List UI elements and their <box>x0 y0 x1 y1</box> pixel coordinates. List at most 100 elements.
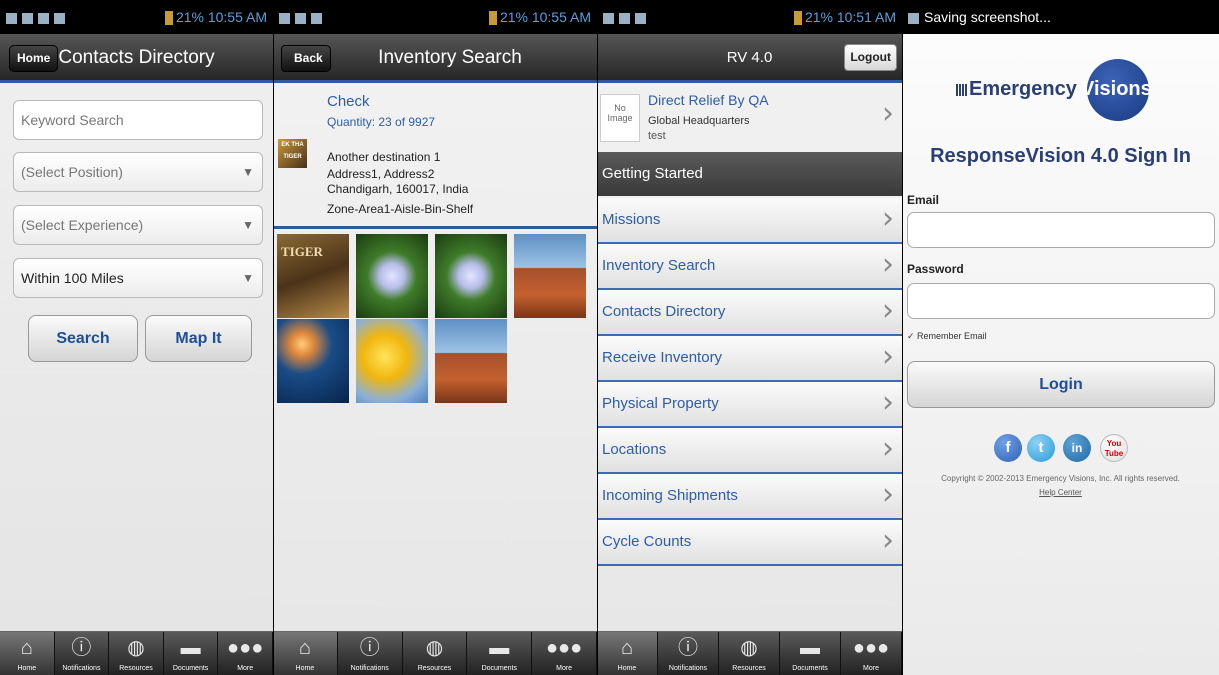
gallery-icon <box>279 12 290 24</box>
menu-item-cycle-counts[interactable]: Cycle Counts › <box>597 520 902 566</box>
map-it-button[interactable]: Map It <box>145 315 252 362</box>
gallery-image[interactable]: TIGER <box>277 234 349 318</box>
tab-home[interactable]: ⌂ Home <box>597 632 658 675</box>
tab-home[interactable]: ⌂ Home <box>273 632 338 675</box>
distance-select[interactable]: Within 100 Miles ▼ <box>13 258 263 298</box>
folder-icon: ▬ <box>489 637 510 659</box>
screenshot-icon <box>908 12 919 24</box>
tab-label: Documents <box>481 665 517 672</box>
status-bar: 21% 10:55 AM <box>0 0 273 34</box>
status-bar: 21% 10:55 AM <box>273 0 597 34</box>
tab-label: Home <box>295 665 315 672</box>
experience-select[interactable]: (Select Experience) ▼ <box>13 205 263 245</box>
gallery-image[interactable] <box>356 319 428 403</box>
status-text: 21% 10:51 AM <box>804 9 896 25</box>
organization-header[interactable]: No Image Direct Relief By QA Global Head… <box>597 86 902 152</box>
screen-divider <box>902 0 903 675</box>
facebook-icon[interactable]: f <box>994 434 1022 462</box>
chevron-right-icon: › <box>882 385 894 420</box>
gallery-image[interactable] <box>435 319 507 403</box>
tab-notifications[interactable]: ⓘ Notifications <box>338 632 403 675</box>
tab-resources[interactable]: ◍ Resources <box>109 632 164 675</box>
menu-item-receive-inventory[interactable]: Receive Inventory › <box>597 336 902 382</box>
tab-bar: ⌂ Home ⓘ Notifications ◍ Resources ▬ Documen… <box>597 631 902 675</box>
menu-item-physical-property[interactable]: Physical Property › <box>597 382 902 428</box>
linkedin-icon[interactable]: in <box>1063 434 1091 462</box>
tab-label: More <box>237 665 254 672</box>
position-select[interactable]: (Select Position) ▼ <box>13 152 263 192</box>
menu-item-missions[interactable]: Missions › <box>597 198 902 244</box>
remember-email-checkbox[interactable]: ✓ Remember Email <box>907 331 987 342</box>
remember-email-label: Remember Email <box>917 331 987 341</box>
status-text: Saving screenshot... <box>924 9 1051 25</box>
keyword-search-input[interactable]: Keyword Search <box>13 100 263 140</box>
tab-label: More <box>863 665 879 672</box>
screenshot-collage: 21% 10:55 AM Home Contacts Directory Key… <box>0 0 1219 675</box>
chevron-right-icon: › <box>882 523 894 558</box>
tab-label: Home <box>17 665 37 672</box>
screen-divider <box>597 0 598 675</box>
tab-more[interactable]: ●●● More <box>532 632 597 675</box>
twitter-icon[interactable]: t <box>1027 434 1055 462</box>
mail-icon <box>619 12 630 24</box>
thumbnail-label: EK THA TIGER <box>281 142 304 160</box>
tab-label: Notifications <box>62 665 101 672</box>
menu-item-label: Inventory Search <box>602 257 716 274</box>
item-title: Check <box>327 93 370 110</box>
tab-documents[interactable]: ▬ Documents <box>780 632 841 675</box>
item-thumbnail[interactable]: EK THA TIGER <box>278 139 307 168</box>
brand-logo: Emergency <box>956 78 1077 101</box>
home-icon: ⌂ <box>298 637 311 659</box>
tab-label: Notifications <box>668 665 708 672</box>
menu-item-label: Physical Property <box>602 395 719 412</box>
tab-label: Documents <box>792 665 828 672</box>
menu-item-locations[interactable]: Locations › <box>597 428 902 474</box>
tab-more[interactable]: ●●● More <box>841 632 902 675</box>
help-center-link[interactable]: Help Center <box>902 488 1219 497</box>
tab-more[interactable]: ●●● More <box>218 632 273 675</box>
poster-text: TIGER <box>281 244 323 259</box>
login-button[interactable]: Login <box>907 361 1215 408</box>
title-bar: Back Inventory Search <box>273 34 597 83</box>
gallery-image[interactable] <box>356 234 428 318</box>
chevron-right-icon: › <box>882 431 894 466</box>
menu-item-inventory-search[interactable]: Inventory Search › <box>597 244 902 290</box>
logout-button[interactable]: Logout <box>844 44 897 71</box>
chevron-right-icon: › <box>882 96 894 131</box>
tab-resources[interactable]: ◍ Resources <box>403 632 468 675</box>
tab-label: Resources <box>732 665 766 672</box>
menu-item-contacts-directory[interactable]: Contacts Directory › <box>597 290 902 336</box>
more-icon: ●●● <box>852 637 890 659</box>
home-icon: ⌂ <box>620 637 634 659</box>
tab-label: Documents <box>172 665 209 672</box>
menu-item-label: Missions <box>602 211 661 228</box>
position-select-value: (Select Position) <box>21 164 123 180</box>
youtube-icon[interactable]: You Tube <box>1100 434 1128 462</box>
more-icon: ●●● <box>227 637 264 659</box>
organization-note: test <box>648 130 666 142</box>
password-field[interactable] <box>907 283 1215 319</box>
tab-resources[interactable]: ◍ Resources <box>719 632 780 675</box>
gallery-image[interactable] <box>277 319 349 403</box>
menu-item-label: Incoming Shipments <box>602 487 738 504</box>
tab-label: Home <box>617 665 637 672</box>
warning-icon <box>635 12 646 24</box>
menu-item-incoming-shipments[interactable]: Incoming Shipments › <box>597 474 902 520</box>
globe-icon: ◍ <box>425 637 444 659</box>
tab-notifications[interactable]: ⓘ Notifications <box>55 632 110 675</box>
chevron-right-icon: › <box>882 477 894 512</box>
password-label: Password <box>907 262 964 276</box>
gallery-image[interactable] <box>514 234 586 318</box>
organization-location: Global Headquarters <box>648 115 750 127</box>
mail-icon <box>295 12 306 24</box>
address-line-2: Chandigarh, 160017, India <box>327 182 469 196</box>
more-icon: ●●● <box>545 637 583 659</box>
tab-home[interactable]: ⌂ Home <box>0 632 55 675</box>
search-button[interactable]: Search <box>28 315 138 362</box>
tab-notifications[interactable]: ⓘ Notifications <box>658 632 719 675</box>
tab-documents[interactable]: ▬ Documents <box>467 632 533 675</box>
tab-bar: ⌂ Home ⓘ Notifications ◍ Resources ▬ Documen… <box>0 631 273 675</box>
tab-documents[interactable]: ▬ Documents <box>164 632 219 675</box>
email-field[interactable] <box>907 212 1215 248</box>
gallery-image[interactable] <box>435 234 507 318</box>
